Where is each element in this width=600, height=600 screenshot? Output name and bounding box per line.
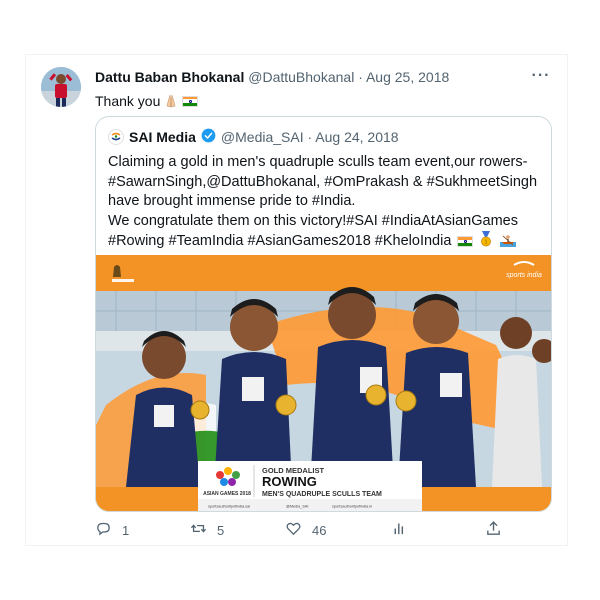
banner-line3: MEN'S QUADRUPLE SCULLS TEAM [262, 491, 382, 498]
tweet-actions: 1 5 46 [95, 520, 535, 540]
author-handle-date[interactable]: @DattuBhokanal · Aug 25, 2018 [248, 69, 449, 85]
quoted-line: #Rowing #TeamIndia #AsianGames2018 #Khel… [108, 233, 452, 249]
share-button[interactable] [485, 520, 502, 540]
quoted-line: We congratulate them on this victory!#SA… [108, 212, 518, 229]
views-button[interactable] [391, 520, 408, 540]
svg-text:1: 1 [485, 240, 488, 246]
footer-item: sportsauthorityofindia.in [332, 505, 372, 509]
rowing-icon [499, 233, 516, 254]
image-brand-label: sports india [506, 272, 542, 279]
share-icon [485, 520, 502, 540]
quoted-line: have brought immense pride to #India. [108, 193, 356, 209]
india-flag-icon [457, 236, 474, 247]
quoted-line-last: #Rowing #TeamIndia #AsianGames2018 #Khel… [108, 231, 543, 254]
like-count: 46 [312, 522, 327, 538]
quoted-tweet[interactable]: SAI Media @Media_SAI · Aug 24, 2018 Clai… [95, 116, 552, 512]
verified-badge-icon [201, 128, 216, 146]
author-name[interactable]: Dattu Baban Bhokanal [95, 69, 244, 85]
gold-medal-icon: 1 [479, 231, 493, 254]
tweet-media-image[interactable]: sports india ASIAN GAMES 2018 GOLD MEDAL… [96, 255, 551, 511]
tweet-card[interactable]: Dattu Baban Bhokanal @DattuBhokanal · Au… [25, 54, 568, 546]
tweet-header: Dattu Baban Bhokanal @DattuBhokanal · Au… [95, 69, 515, 89]
quoted-line: Claiming a gold in men's quadruple scull… [108, 154, 528, 170]
tweet-text: Thank you [95, 91, 199, 111]
retweet-button[interactable]: 5 [190, 520, 224, 540]
like-button[interactable]: 46 [285, 520, 326, 540]
quoted-author-name[interactable]: SAI Media [129, 129, 196, 145]
reply-count: 1 [122, 522, 130, 538]
folded-hands-icon [163, 94, 179, 108]
event-label: ASIAN GAMES 2018 [203, 491, 251, 497]
retweet-count: 5 [217, 522, 225, 538]
quoted-handle-date[interactable]: @Media_SAI · Aug 24, 2018 [221, 129, 399, 145]
quoted-line: #SawarnSingh,@DattuBhokanal, #OmPrakash … [108, 173, 538, 190]
banner-line2: ROWING [262, 474, 317, 489]
quoted-text: Claiming a gold in men's quadruple scull… [108, 153, 543, 254]
tweet-text-content: Thank you [95, 93, 161, 109]
quoted-header: SAI Media @Media_SAI · Aug 24, 2018 [108, 127, 399, 147]
footer-item: sportsauthorityofindia.sai [208, 505, 250, 509]
footer-item: @Media_SAI [286, 505, 308, 509]
bar-chart-icon [391, 520, 408, 540]
retweet-icon [190, 520, 207, 540]
author-avatar[interactable] [41, 67, 81, 107]
sai-logo-icon [108, 129, 124, 145]
more-options-icon[interactable]: ··· [531, 67, 551, 85]
reply-button[interactable]: 1 [95, 520, 129, 540]
reply-icon [95, 520, 112, 540]
heart-icon [285, 520, 302, 540]
india-flag-icon [182, 95, 199, 107]
